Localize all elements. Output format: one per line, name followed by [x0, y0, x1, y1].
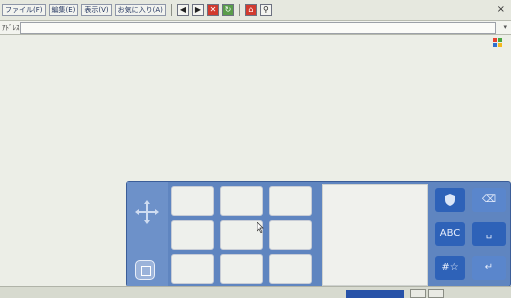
menu-view[interactable]: 表示(V)	[81, 4, 112, 16]
shield-icon[interactable]	[435, 188, 465, 212]
back-icon[interactable]: ◀	[176, 4, 189, 16]
home-icon[interactable]: ⌂	[244, 4, 257, 16]
menu-favorites[interactable]: お気に入り(A)	[114, 4, 166, 16]
backspace-button[interactable]: ⌫	[472, 188, 506, 212]
windows-logo-icon	[493, 38, 503, 48]
symbols-button[interactable]: #☆	[435, 256, 465, 280]
mouse-cursor-icon	[257, 222, 264, 233]
keyboard-key[interactable]	[171, 220, 214, 250]
move-icon[interactable]	[135, 200, 159, 224]
keyboard-key[interactable]	[269, 220, 312, 250]
chevron-down-icon[interactable]: ▾	[503, 23, 507, 31]
keyboard-side-panel	[127, 182, 168, 286]
browser-window: ファイル(F) 編集(E) 表示(V) お気に入り(A) ◀ ▶ ✕ ↻ ⌂ ⚲…	[0, 0, 511, 298]
menu-bar: ファイル(F) 編集(E) 表示(V) お気に入り(A) ◀ ▶ ✕ ↻ ⌂ ⚲…	[0, 0, 511, 21]
menu-file[interactable]: ファイル(F)	[2, 4, 46, 16]
toolbar-separator	[238, 4, 240, 16]
address-input[interactable]	[20, 22, 496, 34]
search-icon[interactable]: ⚲	[259, 4, 272, 16]
enter-button[interactable]: ↵	[472, 256, 506, 280]
close-icon[interactable]: ×	[497, 4, 505, 15]
keyboard-key[interactable]	[269, 186, 312, 216]
candidate-preview-area	[322, 184, 428, 286]
address-bar: ｱﾄﾞﾚｽ ▾	[0, 21, 511, 35]
refresh-icon[interactable]: ↻	[221, 4, 234, 16]
menu-edit[interactable]: 編集(E)	[48, 4, 79, 16]
keyboard-key[interactable]	[269, 254, 312, 284]
keyboard-key[interactable]	[220, 254, 263, 284]
touch-keyboard: ⌫ ABC ␣ #☆ ↵	[126, 181, 511, 287]
toolbar-separator	[170, 4, 172, 16]
address-label: ｱﾄﾞﾚｽ	[2, 24, 20, 32]
expand-icon[interactable]	[135, 260, 155, 280]
forward-icon[interactable]: ▶	[191, 4, 204, 16]
shield-shape	[445, 194, 455, 206]
space-button[interactable]: ␣	[472, 222, 506, 246]
keyboard-key[interactable]	[171, 254, 214, 284]
abc-button[interactable]: ABC	[435, 222, 465, 246]
stop-icon[interactable]: ✕	[206, 4, 219, 16]
keyboard-key[interactable]	[220, 186, 263, 216]
keyboard-key[interactable]	[171, 186, 214, 216]
status-bar	[0, 286, 511, 298]
